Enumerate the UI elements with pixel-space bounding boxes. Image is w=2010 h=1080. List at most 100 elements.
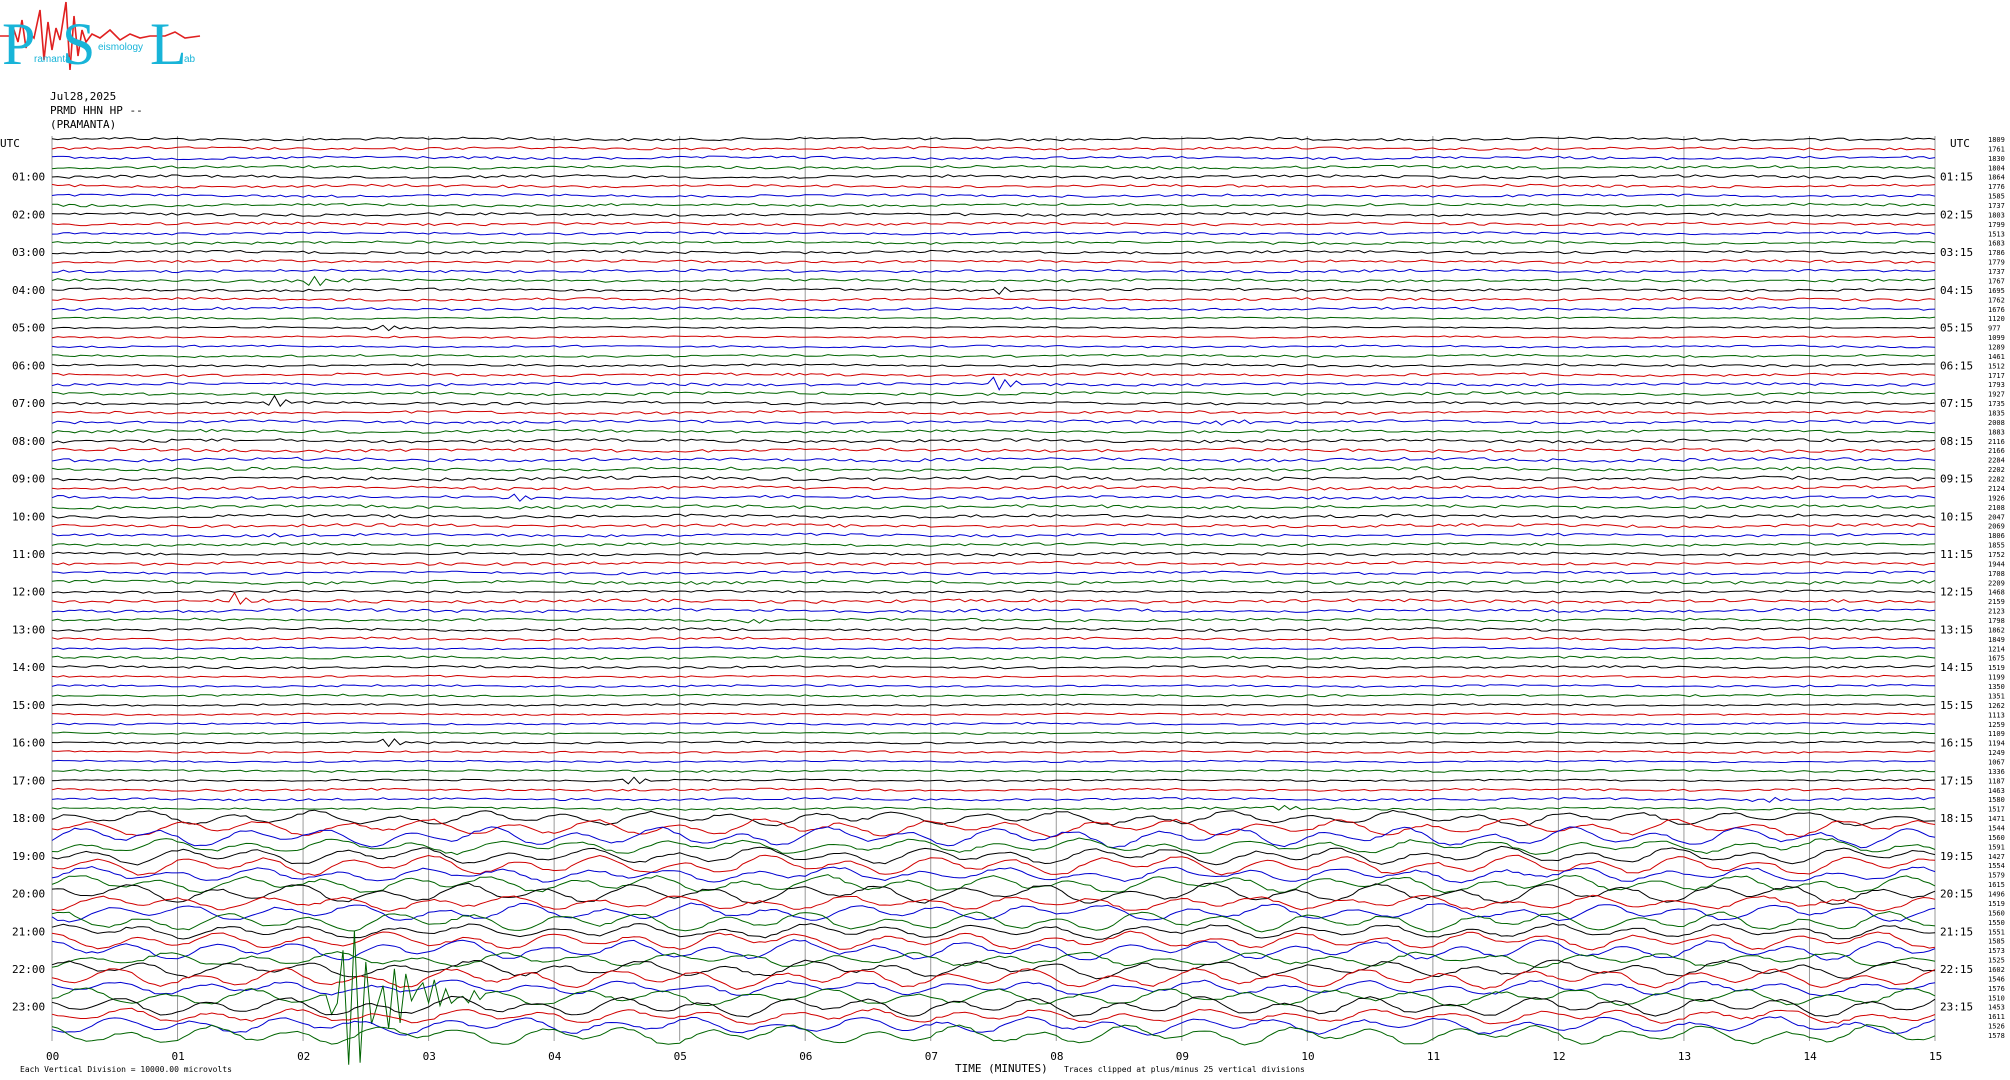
trace-line bbox=[51, 759, 1936, 764]
trace-line bbox=[51, 485, 1936, 491]
hour-label-left: 01:00 bbox=[12, 171, 45, 184]
trace-rms-label: 2047 bbox=[1988, 513, 2005, 521]
trace-line bbox=[52, 202, 1936, 208]
trace-rms-label: 2209 bbox=[1988, 579, 2005, 587]
trace-rms-label: 1804 bbox=[1988, 164, 2005, 172]
trace-line bbox=[51, 655, 1936, 661]
hour-label-right: 16:15 bbox=[1940, 737, 1973, 750]
trace-rms-label: 1683 bbox=[1988, 240, 2005, 248]
trace-rms-label: 1513 bbox=[1988, 230, 2005, 238]
trace-line bbox=[51, 221, 1936, 227]
trace-rms-label: 1289 bbox=[1988, 343, 2005, 351]
hour-label-right: 10:15 bbox=[1940, 510, 1973, 523]
hour-label-right: 18:15 bbox=[1940, 812, 1973, 825]
footer-division-note: Each Vertical Division = 10000.00 microv… bbox=[20, 1065, 232, 1074]
hour-label-left: 11:00 bbox=[12, 548, 45, 561]
hour-label-right: 02:15 bbox=[1940, 208, 1973, 221]
trace-rms-label: 1109 bbox=[1988, 730, 2005, 738]
hour-label-left: 06:00 bbox=[12, 359, 45, 372]
x-tick-label: 09 bbox=[1176, 1050, 1189, 1063]
x-tick-label: 13 bbox=[1678, 1050, 1691, 1063]
trace-line bbox=[51, 551, 1935, 557]
hour-label-right: 08:15 bbox=[1940, 435, 1973, 448]
trace-rms-label: 1336 bbox=[1988, 768, 2005, 776]
trace-rms-label: 1779 bbox=[1988, 259, 2005, 267]
hour-label-right: 11:15 bbox=[1940, 548, 1973, 561]
trace-line bbox=[51, 372, 1936, 378]
trace-line bbox=[51, 193, 1936, 198]
trace-line bbox=[51, 231, 1936, 236]
trace-rms-label: 1579 bbox=[1988, 872, 2005, 880]
trace-line bbox=[51, 939, 1936, 961]
x-tick-label: 12 bbox=[1552, 1050, 1565, 1063]
trace-line bbox=[51, 721, 1936, 726]
trace-line bbox=[51, 837, 1936, 856]
trace-line bbox=[51, 874, 1936, 894]
trace-rms-label: 1099 bbox=[1988, 334, 2005, 342]
trace-rms-label: 1249 bbox=[1988, 749, 2005, 757]
trace-line bbox=[51, 532, 1936, 538]
trace-rms-label: 1862 bbox=[1988, 626, 2005, 634]
x-tick-label: 02 bbox=[297, 1050, 310, 1063]
trace-line bbox=[51, 570, 1936, 576]
hour-label-left: 10:00 bbox=[12, 510, 45, 523]
x-tick-label: 05 bbox=[674, 1050, 687, 1063]
trace-line bbox=[51, 268, 1936, 274]
hour-label-right: 14:15 bbox=[1940, 661, 1973, 674]
trace-line bbox=[51, 674, 1936, 679]
hour-label-left: 12:00 bbox=[12, 586, 45, 599]
trace-rms-label: 1199 bbox=[1988, 674, 2005, 682]
trace-rms-label: 1463 bbox=[1988, 787, 2005, 795]
trace-line bbox=[51, 136, 1936, 142]
trace-rms-label: 1927 bbox=[1988, 391, 2005, 399]
hour-label-right: 04:15 bbox=[1940, 284, 1973, 297]
trace-line bbox=[51, 665, 1936, 670]
trace-rms-label: 1708 bbox=[1988, 570, 2005, 578]
trace-group bbox=[51, 136, 1936, 1065]
trace-rms-label: 1735 bbox=[1988, 400, 2005, 408]
trace-rms-label: 1573 bbox=[1988, 947, 2005, 955]
hour-label-left: 23:00 bbox=[12, 1001, 45, 1014]
trace-rms-label: 1576 bbox=[1988, 985, 2005, 993]
hour-label-left: 21:00 bbox=[12, 925, 45, 938]
trace-line bbox=[51, 306, 1936, 312]
right-axis-title: UTC bbox=[1950, 137, 1970, 150]
trace-line bbox=[51, 542, 1936, 547]
trace-line bbox=[51, 951, 1936, 969]
hour-label-left: 09:00 bbox=[12, 473, 45, 486]
trace-rms-label: 1776 bbox=[1988, 183, 2005, 191]
trace-rms-label: 1809 bbox=[1988, 136, 2005, 144]
trace-line bbox=[51, 930, 1936, 951]
trace-rms-label: 1560 bbox=[1988, 909, 2005, 917]
trace-rms-label: 1926 bbox=[1988, 494, 2005, 502]
trace-line bbox=[51, 344, 1936, 349]
trace-line bbox=[52, 731, 1935, 735]
trace-rms-label: 1717 bbox=[1988, 372, 2005, 380]
trace-line bbox=[51, 591, 1936, 605]
trace-rms-label: 1214 bbox=[1988, 645, 2005, 653]
trace-line bbox=[51, 826, 1936, 849]
trace-line bbox=[51, 684, 1935, 688]
trace-line bbox=[51, 286, 1936, 296]
trace-rms-label: 1761 bbox=[1988, 145, 2005, 153]
hour-label-right: 05:15 bbox=[1940, 322, 1973, 335]
trace-line bbox=[51, 456, 1936, 463]
trace-line bbox=[51, 493, 1936, 502]
trace-line bbox=[51, 164, 1936, 170]
trace-rms-label: 1806 bbox=[1988, 532, 2005, 540]
trace-rms-label: 1855 bbox=[1988, 542, 2005, 550]
trace-line bbox=[51, 804, 1936, 811]
trace-rms-label: 1187 bbox=[1988, 777, 2005, 785]
trace-line bbox=[51, 316, 1936, 320]
trace-rms-label: 2069 bbox=[1988, 523, 2005, 531]
helicorder-chart: UTC UTC TIME (MINUTES) Each Vertical Div… bbox=[0, 136, 2005, 1075]
trace-rms-label: 1830 bbox=[1988, 155, 2005, 163]
trace-line bbox=[51, 155, 1936, 161]
trace-rms-label: 1546 bbox=[1988, 975, 2005, 983]
trace-rms-label: 1544 bbox=[1988, 825, 2005, 833]
trace-line bbox=[51, 646, 1936, 651]
x-tick-label: 03 bbox=[423, 1050, 436, 1063]
trace-line bbox=[51, 845, 1936, 866]
trace-line bbox=[52, 353, 1936, 359]
x-tick-label: 08 bbox=[1050, 1050, 1063, 1063]
